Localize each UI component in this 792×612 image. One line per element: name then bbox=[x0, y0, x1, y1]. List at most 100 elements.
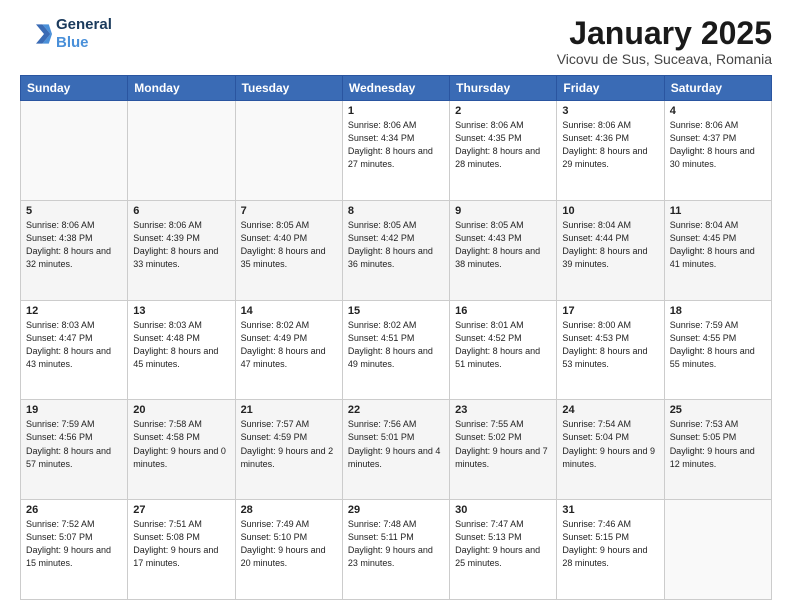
day-cell: 5 Sunrise: 8:06 AM Sunset: 4:38 PM Daylig… bbox=[21, 200, 128, 300]
day-cell bbox=[128, 101, 235, 201]
location-subtitle: Vicovu de Sus, Suceava, Romania bbox=[557, 51, 772, 67]
day-number: 16 bbox=[455, 305, 551, 317]
day-number: 21 bbox=[241, 404, 337, 416]
day-number: 14 bbox=[241, 305, 337, 317]
day-info: Sunrise: 8:03 AM Sunset: 4:48 PM Dayligh… bbox=[133, 319, 229, 371]
day-info: Sunrise: 8:06 AM Sunset: 4:37 PM Dayligh… bbox=[670, 119, 766, 171]
day-cell: 2 Sunrise: 8:06 AM Sunset: 4:35 PM Daylig… bbox=[450, 101, 557, 201]
col-header-wednesday: Wednesday bbox=[342, 76, 449, 101]
day-cell: 22 Sunrise: 7:56 AM Sunset: 5:01 PM Dayli… bbox=[342, 400, 449, 500]
day-cell: 29 Sunrise: 7:48 AM Sunset: 5:11 PM Dayli… bbox=[342, 500, 449, 600]
day-info: Sunrise: 8:05 AM Sunset: 4:43 PM Dayligh… bbox=[455, 219, 551, 271]
week-row-3: 12 Sunrise: 8:03 AM Sunset: 4:47 PM Dayli… bbox=[21, 300, 772, 400]
day-cell bbox=[21, 101, 128, 201]
day-info: Sunrise: 8:04 AM Sunset: 4:45 PM Dayligh… bbox=[670, 219, 766, 271]
day-info: Sunrise: 7:59 AM Sunset: 4:56 PM Dayligh… bbox=[26, 418, 122, 470]
day-cell: 27 Sunrise: 7:51 AM Sunset: 5:08 PM Dayli… bbox=[128, 500, 235, 600]
day-number: 8 bbox=[348, 205, 444, 217]
day-number: 27 bbox=[133, 504, 229, 516]
day-cell: 26Sunrise: 7:52 AM Sunset: 5:07 PM Dayli… bbox=[21, 500, 128, 600]
day-cell: 18 Sunrise: 7:59 AM Sunset: 4:55 PM Dayli… bbox=[664, 300, 771, 400]
day-cell: 15 Sunrise: 8:02 AM Sunset: 4:51 PM Dayli… bbox=[342, 300, 449, 400]
day-number: 5 bbox=[26, 205, 122, 217]
page: General Blue January 2025 Vicovu de Sus,… bbox=[0, 0, 792, 612]
day-number: 20 bbox=[133, 404, 229, 416]
day-info: Sunrise: 7:52 AM Sunset: 5:07 PM Dayligh… bbox=[26, 518, 122, 570]
day-number: 23 bbox=[455, 404, 551, 416]
day-number: 31 bbox=[562, 504, 658, 516]
day-info: Sunrise: 8:04 AM Sunset: 4:44 PM Dayligh… bbox=[562, 219, 658, 271]
day-cell: 8 Sunrise: 8:05 AM Sunset: 4:42 PM Daylig… bbox=[342, 200, 449, 300]
week-row-4: 19 Sunrise: 7:59 AM Sunset: 4:56 PM Dayli… bbox=[21, 400, 772, 500]
week-row-1: 1 Sunrise: 8:06 AM Sunset: 4:34 PM Daylig… bbox=[21, 101, 772, 201]
col-header-tuesday: Tuesday bbox=[235, 76, 342, 101]
day-cell: 1 Sunrise: 8:06 AM Sunset: 4:34 PM Daylig… bbox=[342, 101, 449, 201]
day-info: Sunrise: 8:05 AM Sunset: 4:40 PM Dayligh… bbox=[241, 219, 337, 271]
day-number: 18 bbox=[670, 305, 766, 317]
col-header-thursday: Thursday bbox=[450, 76, 557, 101]
day-info: Sunrise: 8:05 AM Sunset: 4:42 PM Dayligh… bbox=[348, 219, 444, 271]
day-number: 3 bbox=[562, 105, 658, 117]
day-number: 9 bbox=[455, 205, 551, 217]
day-number: 22 bbox=[348, 404, 444, 416]
day-number: 12 bbox=[26, 305, 122, 317]
day-number: 2 bbox=[455, 105, 551, 117]
day-info: Sunrise: 7:51 AM Sunset: 5:08 PM Dayligh… bbox=[133, 518, 229, 570]
logo: General Blue bbox=[20, 16, 112, 52]
day-number: 24 bbox=[562, 404, 658, 416]
day-cell: 23 Sunrise: 7:55 AM Sunset: 5:02 PM Dayli… bbox=[450, 400, 557, 500]
day-cell: 6Sunrise: 8:06 AM Sunset: 4:39 PM Daylig… bbox=[128, 200, 235, 300]
day-cell: 28 Sunrise: 7:49 AM Sunset: 5:10 PM Dayli… bbox=[235, 500, 342, 600]
day-number: 1 bbox=[348, 105, 444, 117]
day-info: Sunrise: 8:02 AM Sunset: 4:51 PM Dayligh… bbox=[348, 319, 444, 371]
day-info: Sunrise: 8:06 AM Sunset: 4:38 PM Dayligh… bbox=[26, 219, 122, 271]
day-info: Sunrise: 8:06 AM Sunset: 4:36 PM Dayligh… bbox=[562, 119, 658, 171]
day-number: 25 bbox=[670, 404, 766, 416]
day-info: Sunrise: 7:46 AM Sunset: 5:15 PM Dayligh… bbox=[562, 518, 658, 570]
day-info: Sunrise: 7:48 AM Sunset: 5:11 PM Dayligh… bbox=[348, 518, 444, 570]
day-info: Sunrise: 8:06 AM Sunset: 4:34 PM Dayligh… bbox=[348, 119, 444, 171]
header: General Blue January 2025 Vicovu de Sus,… bbox=[20, 16, 772, 67]
day-info: Sunrise: 7:47 AM Sunset: 5:13 PM Dayligh… bbox=[455, 518, 551, 570]
day-cell: 31 Sunrise: 7:46 AM Sunset: 5:15 PM Dayli… bbox=[557, 500, 664, 600]
week-row-5: 26Sunrise: 7:52 AM Sunset: 5:07 PM Dayli… bbox=[21, 500, 772, 600]
day-cell bbox=[664, 500, 771, 600]
day-number: 15 bbox=[348, 305, 444, 317]
day-cell: 17Sunrise: 8:00 AM Sunset: 4:53 PM Dayli… bbox=[557, 300, 664, 400]
day-cell: 4 Sunrise: 8:06 AM Sunset: 4:37 PM Daylig… bbox=[664, 101, 771, 201]
month-title: January 2025 bbox=[557, 16, 772, 51]
day-info: Sunrise: 7:57 AM Sunset: 4:59 PM Dayligh… bbox=[241, 418, 337, 470]
day-cell: 13Sunrise: 8:03 AM Sunset: 4:48 PM Dayli… bbox=[128, 300, 235, 400]
day-info: Sunrise: 8:03 AM Sunset: 4:47 PM Dayligh… bbox=[26, 319, 122, 371]
col-header-friday: Friday bbox=[557, 76, 664, 101]
day-cell: 9 Sunrise: 8:05 AM Sunset: 4:43 PM Daylig… bbox=[450, 200, 557, 300]
title-block: January 2025 Vicovu de Sus, Suceava, Rom… bbox=[557, 16, 772, 67]
day-cell: 21 Sunrise: 7:57 AM Sunset: 4:59 PM Dayli… bbox=[235, 400, 342, 500]
day-number: 19 bbox=[26, 404, 122, 416]
day-info: Sunrise: 7:55 AM Sunset: 5:02 PM Dayligh… bbox=[455, 418, 551, 470]
col-header-saturday: Saturday bbox=[664, 76, 771, 101]
day-cell: 30 Sunrise: 7:47 AM Sunset: 5:13 PM Dayli… bbox=[450, 500, 557, 600]
day-cell: 11Sunrise: 8:04 AM Sunset: 4:45 PM Dayli… bbox=[664, 200, 771, 300]
day-number: 6 bbox=[133, 205, 229, 217]
day-number: 28 bbox=[241, 504, 337, 516]
day-cell: 25Sunrise: 7:53 AM Sunset: 5:05 PM Dayli… bbox=[664, 400, 771, 500]
calendar-table: SundayMondayTuesdayWednesdayThursdayFrid… bbox=[20, 75, 772, 600]
day-number: 30 bbox=[455, 504, 551, 516]
day-info: Sunrise: 7:54 AM Sunset: 5:04 PM Dayligh… bbox=[562, 418, 658, 470]
day-cell: 3 Sunrise: 8:06 AM Sunset: 4:36 PM Daylig… bbox=[557, 101, 664, 201]
day-cell: 20 Sunrise: 7:58 AM Sunset: 4:58 PM Dayli… bbox=[128, 400, 235, 500]
day-info: Sunrise: 7:59 AM Sunset: 4:55 PM Dayligh… bbox=[670, 319, 766, 371]
day-info: Sunrise: 7:56 AM Sunset: 5:01 PM Dayligh… bbox=[348, 418, 444, 470]
day-cell: 10Sunrise: 8:04 AM Sunset: 4:44 PM Dayli… bbox=[557, 200, 664, 300]
day-cell: 19 Sunrise: 7:59 AM Sunset: 4:56 PM Dayli… bbox=[21, 400, 128, 500]
day-number: 4 bbox=[670, 105, 766, 117]
day-number: 29 bbox=[348, 504, 444, 516]
day-info: Sunrise: 7:58 AM Sunset: 4:58 PM Dayligh… bbox=[133, 418, 229, 470]
day-number: 17 bbox=[562, 305, 658, 317]
day-cell: 24 Sunrise: 7:54 AM Sunset: 5:04 PM Dayli… bbox=[557, 400, 664, 500]
day-info: Sunrise: 8:06 AM Sunset: 4:35 PM Dayligh… bbox=[455, 119, 551, 171]
day-cell bbox=[235, 101, 342, 201]
day-info: Sunrise: 7:49 AM Sunset: 5:10 PM Dayligh… bbox=[241, 518, 337, 570]
day-number: 7 bbox=[241, 205, 337, 217]
